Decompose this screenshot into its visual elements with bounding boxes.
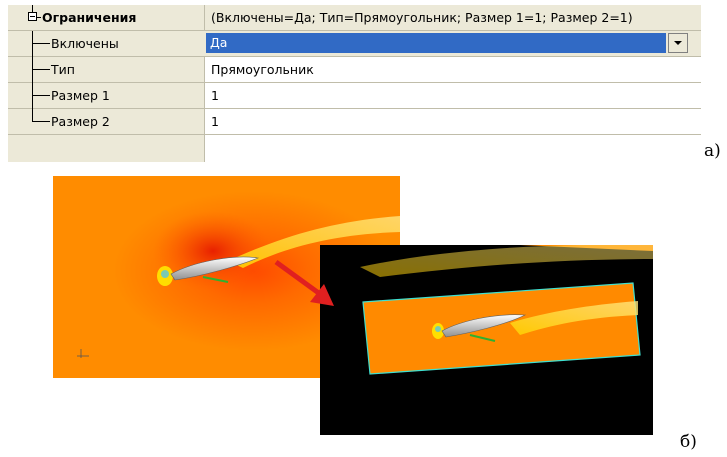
caption-b: б) (680, 432, 697, 452)
caption-a: а) (704, 141, 721, 161)
property-name-cell: Тип (8, 57, 203, 83)
property-name: Размер 1 (51, 88, 110, 103)
property-value[interactable]: 1 (204, 109, 701, 134)
property-name: Тип (51, 62, 75, 77)
property-name: Ограничения (42, 10, 137, 25)
property-name: Включены (51, 36, 119, 51)
collapse-icon[interactable] (28, 12, 37, 21)
property-row-size-1[interactable]: Размер 1 1 (8, 83, 701, 109)
red-arrow-icon (274, 259, 334, 306)
property-row-size-2[interactable]: Размер 2 1 (8, 109, 701, 135)
chevron-down-icon[interactable] (668, 33, 688, 53)
property-value[interactable]: 1 (204, 83, 701, 108)
property-name-cell: Размер 2 (8, 109, 203, 134)
property-grid: Ограничения (Включены=Да; Тип=Прямоуголь… (8, 5, 701, 162)
property-value: (Включены=Да; Тип=Прямоугольник; Размер … (204, 5, 701, 30)
masked-flow-field-image (320, 245, 653, 435)
enabled-dropdown-field[interactable]: Да (206, 33, 666, 53)
property-row-empty (8, 135, 701, 162)
property-name-cell: Размер 1 (8, 83, 203, 109)
property-name-cell: Ограничения (8, 5, 203, 30)
property-row-enabled[interactable]: Включены Да (8, 31, 701, 57)
property-row-restrictions[interactable]: Ограничения (Включены=Да; Тип=Прямоуголь… (8, 5, 701, 31)
property-value[interactable]: Прямоугольник (204, 57, 701, 82)
property-name: Размер 2 (51, 114, 110, 129)
property-name-cell: Включены (8, 31, 203, 57)
property-row-type[interactable]: Тип Прямоугольник (8, 57, 701, 83)
property-value-empty (204, 135, 701, 162)
